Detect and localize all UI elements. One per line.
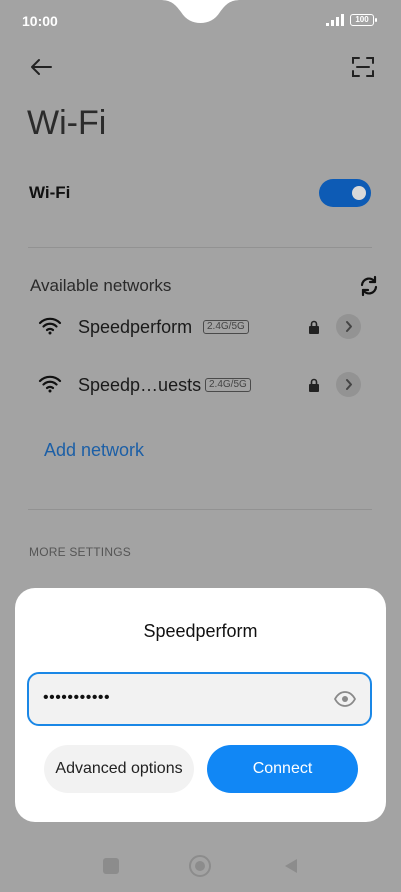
band-badge: 2.4G/5G (203, 320, 249, 334)
network-name: Speedperform (78, 317, 193, 337)
more-settings-header: MORE SETTINGS (29, 545, 131, 559)
toggle-knob (352, 186, 366, 200)
password-value: ••••••••••• (43, 689, 111, 706)
back-arrow-icon[interactable] (27, 53, 55, 81)
refresh-icon[interactable] (357, 274, 381, 298)
network-row[interactable]: Speedperform 2.4G/5G (38, 310, 368, 346)
camera-notch (160, 0, 241, 23)
wifi-signal-icon (38, 317, 62, 335)
lock-icon (309, 378, 319, 392)
battery-icon: 100 (350, 14, 377, 26)
eye-icon[interactable] (333, 689, 357, 709)
status-time: 10:00 (22, 13, 58, 29)
page-title: Wi-Fi (27, 104, 107, 142)
dialog-title: Speedperform (143, 621, 258, 641)
signal-icon (326, 14, 344, 26)
network-name: Speedp…uests (78, 375, 202, 395)
home-icon[interactable] (189, 855, 211, 877)
status-bar: 10:00 100 (0, 0, 401, 40)
wifi-toggle-label: Wi-Fi (29, 183, 71, 202)
network-row[interactable]: Speedp…uests 2.4G/5G (38, 368, 368, 404)
network-details-button[interactable] (336, 372, 361, 397)
chevron-right-icon (346, 321, 352, 332)
available-networks-title: Available networks (30, 276, 172, 295)
navigation-bar (0, 846, 401, 886)
wifi-signal-icon (38, 375, 62, 393)
band-badge: 2.4G/5G (205, 378, 251, 392)
connect-button[interactable]: Connect (207, 745, 358, 793)
password-dialog: Speedperform ••••••••••• Advanced option… (15, 588, 386, 822)
wifi-toggle[interactable] (319, 179, 371, 207)
divider (28, 247, 372, 248)
password-field[interactable]: ••••••••••• (27, 672, 372, 726)
scan-icon[interactable] (349, 53, 377, 81)
lock-icon (309, 320, 319, 334)
back-triangle-icon[interactable] (282, 857, 300, 875)
chevron-right-icon (346, 379, 352, 390)
network-details-button[interactable] (336, 314, 361, 339)
divider (28, 509, 372, 510)
recents-icon[interactable] (103, 858, 119, 874)
advanced-options-button[interactable]: Advanced options (44, 745, 194, 793)
add-network-link[interactable]: Add network (44, 440, 144, 461)
